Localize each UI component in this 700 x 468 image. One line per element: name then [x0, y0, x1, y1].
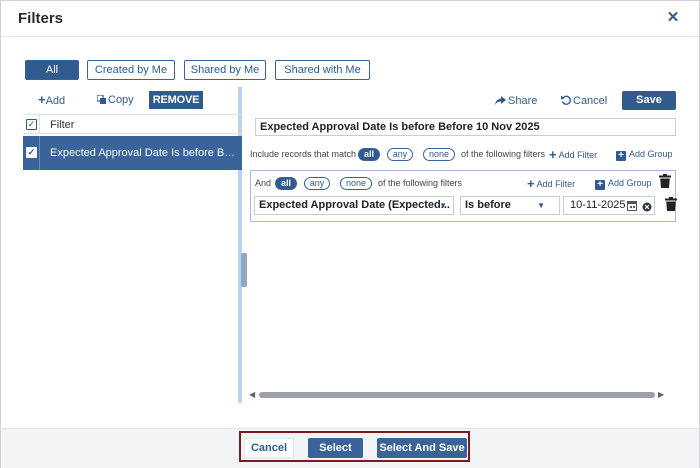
- dialog-header: Filters ✕: [1, 1, 699, 37]
- remove-filter-button[interactable]: REMOVE: [149, 91, 203, 109]
- group-add-group-link[interactable]: + Add Group: [595, 177, 652, 190]
- group-match-suffix: of the following filters: [378, 178, 463, 188]
- column-divider: [39, 115, 40, 133]
- list-item[interactable]: ✓ Expected Approval Date Is before Befor…: [23, 136, 242, 170]
- tab-shared-by-me[interactable]: Shared by Me: [184, 60, 266, 80]
- plus-icon: +: [38, 92, 46, 107]
- calendar-icon[interactable]: [627, 200, 637, 217]
- column-divider: [39, 136, 40, 170]
- scroll-right-icon[interactable]: ▶: [658, 389, 664, 401]
- dialog-title: Filters: [18, 10, 64, 27]
- plus-icon: +: [527, 176, 535, 191]
- tab-created-by-me[interactable]: Created by Me: [87, 60, 175, 80]
- cancel-button[interactable]: Cancel: [244, 438, 294, 458]
- filter-list-pane: +Add Copy REMOVE ✓ Filter ✓ Expected App…: [23, 87, 242, 403]
- group-add-filter-link[interactable]: + Add Filter: [527, 177, 575, 191]
- tab-all[interactable]: All: [25, 60, 79, 80]
- outer-match-all[interactable]: all: [358, 148, 380, 161]
- cancel-edit-button[interactable]: Cancel: [561, 94, 607, 108]
- group-match-all[interactable]: all: [275, 177, 297, 190]
- filter-item-label: Expected Approval Date Is before Before …: [50, 147, 238, 159]
- outer-add-group-link[interactable]: + Add Group: [616, 148, 673, 161]
- share-button[interactable]: Share: [495, 94, 537, 108]
- row-checkbox[interactable]: ✓: [26, 147, 37, 158]
- filter-editor-pane: Share Cancel Save Expected Approval Date…: [247, 87, 685, 403]
- condition-operator-select[interactable]: Is before ▼: [460, 196, 560, 215]
- outer-match-any[interactable]: any: [387, 148, 413, 161]
- outer-match-prefix: Include records that match: [250, 149, 357, 159]
- copy-icon: [96, 94, 106, 104]
- outer-match-suffix: of the following filters: [461, 149, 546, 159]
- add-group-icon: +: [616, 151, 626, 161]
- filters-dialog: Filters ✕ All Created by Me Shared by Me…: [0, 0, 700, 468]
- filter-list-header: ✓ Filter: [23, 114, 242, 134]
- tab-shared-with-me[interactable]: Shared with Me: [275, 60, 370, 80]
- save-button[interactable]: Save: [622, 91, 676, 110]
- select-and-save-button[interactable]: Select And Save: [377, 438, 467, 458]
- filter-group: And all any none of the following filter…: [250, 170, 677, 222]
- undo-icon: [561, 95, 571, 109]
- share-icon: [495, 95, 506, 109]
- delete-group-icon[interactable]: [659, 174, 671, 188]
- group-match-none[interactable]: none: [340, 177, 372, 190]
- add-group-icon: +: [595, 180, 605, 190]
- group-match-any[interactable]: any: [304, 177, 330, 190]
- condition-date-input[interactable]: 10-11-2025: [563, 196, 655, 215]
- plus-icon: +: [549, 147, 557, 162]
- outer-add-filter-link[interactable]: + Add Filter: [549, 148, 597, 162]
- scrollbar-thumb[interactable]: [259, 392, 655, 398]
- condition-field-select[interactable]: Expected Approval Date (Expected... ▼: [254, 196, 454, 215]
- filter-name-input[interactable]: Expected Approval Date Is before Before …: [255, 118, 676, 136]
- filter-column-header: Filter: [50, 119, 75, 131]
- delete-condition-icon[interactable]: [665, 197, 677, 211]
- dropdown-caret-icon: ▼: [439, 201, 447, 210]
- select-all-checkbox[interactable]: ✓: [26, 119, 37, 130]
- group-match-prefix: And: [255, 178, 272, 188]
- filter-list-toolbar: +Add Copy REMOVE: [23, 87, 242, 113]
- dropdown-caret-icon: ▼: [537, 201, 545, 210]
- close-icon[interactable]: ✕: [665, 9, 681, 27]
- copy-filter-button[interactable]: Copy: [96, 93, 134, 107]
- clear-icon[interactable]: [642, 201, 652, 218]
- horizontal-scrollbar[interactable]: ◀ ▶: [249, 389, 664, 401]
- scroll-left-icon[interactable]: ◀: [249, 389, 255, 401]
- select-button[interactable]: Select: [308, 438, 363, 458]
- outer-match-none[interactable]: none: [423, 148, 455, 161]
- add-filter-button[interactable]: +Add: [38, 92, 65, 108]
